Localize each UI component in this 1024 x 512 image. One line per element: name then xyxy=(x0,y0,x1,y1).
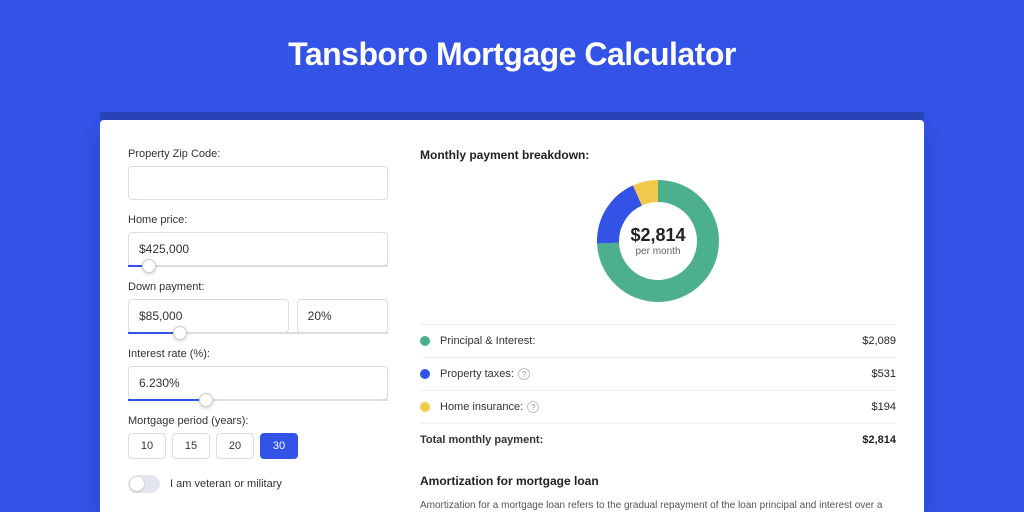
breakdown-title: Monthly payment breakdown: xyxy=(420,148,896,162)
donut-center-value: $2,814 xyxy=(630,225,685,246)
period-group: Mortgage period (years): 10 15 20 30 xyxy=(128,415,388,459)
down-slider-thumb[interactable] xyxy=(173,326,187,340)
legend-label-total: Total monthly payment: xyxy=(420,434,862,446)
legend-row-insurance: Home insurance: ? $194 xyxy=(420,391,896,424)
down-slider[interactable] xyxy=(128,332,388,334)
help-icon[interactable]: ? xyxy=(527,401,539,413)
legend-row-principal: Principal & Interest: $2,089 xyxy=(420,325,896,358)
legend: Principal & Interest: $2,089 Property ta… xyxy=(420,324,896,456)
down-label: Down payment: xyxy=(128,281,388,293)
legend-dot-taxes xyxy=(420,369,430,379)
donut-center-sub: per month xyxy=(635,246,680,257)
legend-dot-insurance xyxy=(420,402,430,412)
veteran-row: I am veteran or military xyxy=(128,475,388,493)
down-group: Down payment: xyxy=(128,281,388,334)
price-slider-thumb[interactable] xyxy=(142,259,156,273)
zip-label: Property Zip Code: xyxy=(128,148,388,160)
rate-slider-thumb[interactable] xyxy=(199,393,213,407)
legend-row-taxes: Property taxes: ? $531 xyxy=(420,358,896,391)
legend-row-total: Total monthly payment: $2,814 xyxy=(420,424,896,456)
amortization-body: Amortization for a mortgage loan refers … xyxy=(420,498,896,512)
amortization-section: Amortization for mortgage loan Amortizat… xyxy=(420,474,896,512)
price-label: Home price: xyxy=(128,214,388,226)
legend-value-principal: $2,089 xyxy=(862,335,896,347)
legend-value-taxes: $531 xyxy=(872,368,896,380)
rate-slider-fill xyxy=(128,399,206,401)
legend-label-principal: Principal & Interest: xyxy=(440,335,862,347)
down-amount-input[interactable] xyxy=(128,299,289,333)
period-label: Mortgage period (years): xyxy=(128,415,388,427)
amortization-title: Amortization for mortgage loan xyxy=(420,474,896,488)
legend-value-insurance: $194 xyxy=(872,401,896,413)
down-pct-input[interactable] xyxy=(297,299,388,333)
breakdown-panel: Monthly payment breakdown: $2,814 per mo… xyxy=(420,148,896,512)
price-slider[interactable] xyxy=(128,265,388,267)
price-input[interactable] xyxy=(128,232,388,266)
rate-input[interactable] xyxy=(128,366,388,400)
page-title: Tansboro Mortgage Calculator xyxy=(0,0,1024,73)
legend-label-insurance: Home insurance: ? xyxy=(440,401,872,413)
period-option-15[interactable]: 15 xyxy=(172,433,210,459)
legend-label-taxes: Property taxes: ? xyxy=(440,368,872,380)
period-segmented: 10 15 20 30 xyxy=(128,433,388,459)
card-shadow xyxy=(100,112,924,120)
donut-center: $2,814 per month xyxy=(593,176,723,306)
rate-group: Interest rate (%): xyxy=(128,348,388,401)
help-icon[interactable]: ? xyxy=(518,368,530,380)
legend-dot-principal xyxy=(420,336,430,346)
veteran-toggle[interactable] xyxy=(128,475,160,493)
rate-slider[interactable] xyxy=(128,399,388,401)
donut-chart-wrap: $2,814 per month xyxy=(420,176,896,306)
page-background: Tansboro Mortgage Calculator Property Zi… xyxy=(0,0,1024,512)
form-panel: Property Zip Code: Home price: Down paym… xyxy=(128,148,388,512)
zip-group: Property Zip Code: xyxy=(128,148,388,200)
rate-label: Interest rate (%): xyxy=(128,348,388,360)
period-option-10[interactable]: 10 xyxy=(128,433,166,459)
price-group: Home price: xyxy=(128,214,388,267)
donut-chart: $2,814 per month xyxy=(593,176,723,306)
calculator-card: Property Zip Code: Home price: Down paym… xyxy=(100,120,924,512)
veteran-toggle-knob xyxy=(130,477,144,491)
zip-input[interactable] xyxy=(128,166,388,200)
veteran-label: I am veteran or military xyxy=(170,478,282,490)
period-option-20[interactable]: 20 xyxy=(216,433,254,459)
period-option-30[interactable]: 30 xyxy=(260,433,298,459)
legend-value-total: $2,814 xyxy=(862,434,896,446)
